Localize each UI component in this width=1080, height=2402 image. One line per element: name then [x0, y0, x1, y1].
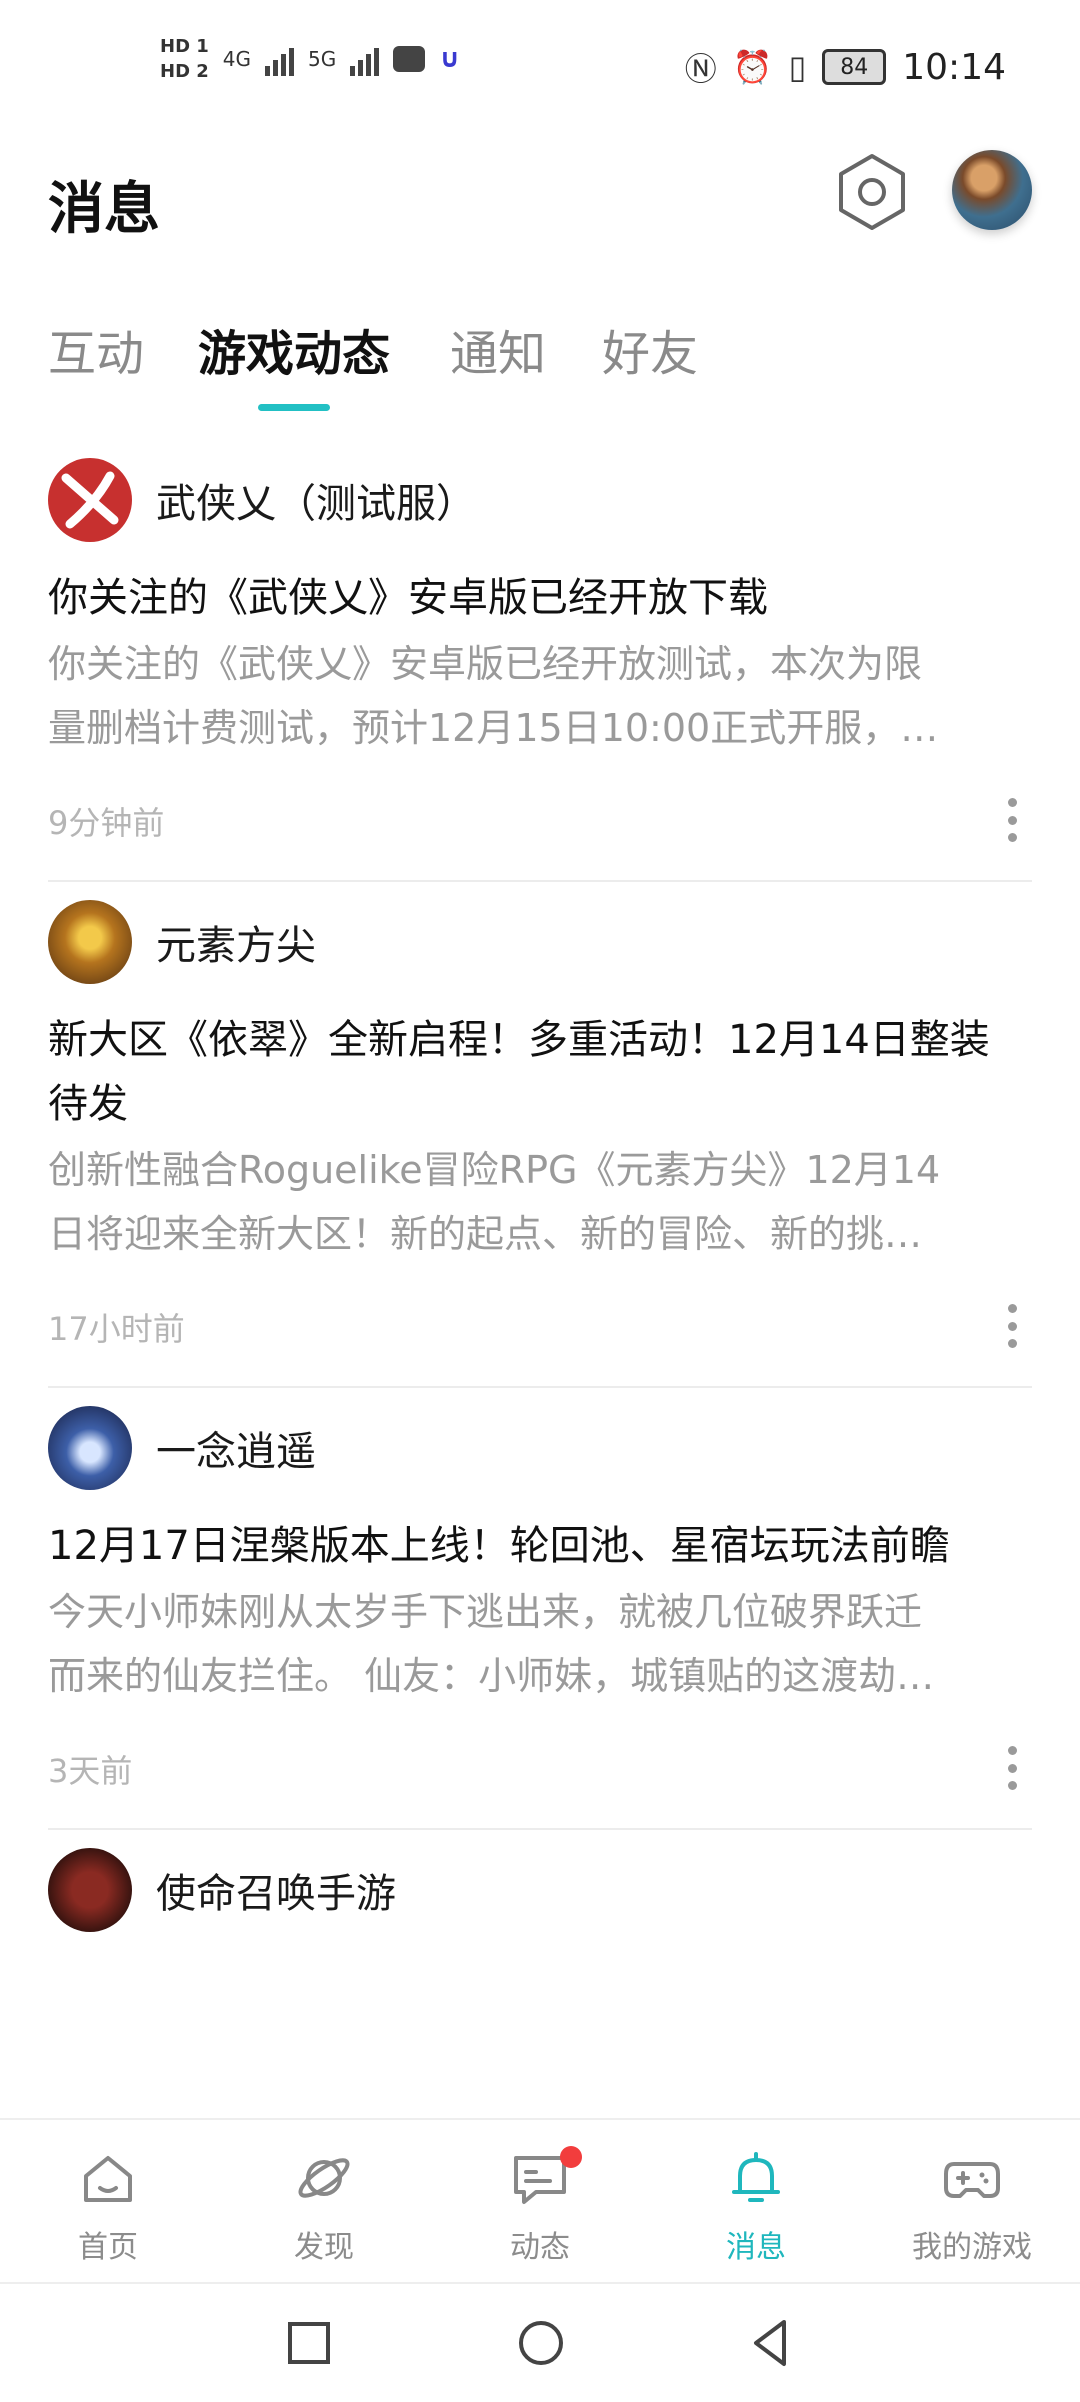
feed-item[interactable]: 一念逍遥 12月17日涅槃版本上线！轮回池、星宿坛玩法前瞻 今天小师妹刚从太岁手…: [48, 1388, 1032, 1830]
feed-item[interactable]: 元素方尖 新大区《依翠》全新启程！多重活动！12月14日整装 待发 创新性融合R…: [48, 882, 1032, 1388]
news-title-line: 待发: [48, 1081, 128, 1127]
tab-game-news[interactable]: 游戏动态: [198, 314, 390, 384]
feed-item-header: 元素方尖: [48, 882, 1032, 1002]
news-description: 今天小师妹刚从太岁手下逃出来，就被几位破界跃迁 而来的仙友拦住。 仙友：小师妹，…: [48, 1580, 1032, 1708]
vibrate-icon: ▯: [788, 48, 807, 86]
page-title: 消息: [48, 177, 160, 242]
news-description-line: 今天小师妹刚从太岁手下逃出来，就被几位破界跃迁: [48, 1590, 923, 1634]
feed-item-footer: 3天前: [48, 1708, 1032, 1828]
news-description-line: 日将迎来全新大区！新的起点、新的冒险、新的挑…: [48, 1212, 923, 1256]
nav-discover[interactable]: 发现: [216, 2120, 432, 2280]
battery-level: 84: [840, 54, 869, 80]
nav-label: 我的游戏: [912, 2230, 1032, 2265]
header: 消息: [0, 130, 1080, 260]
game-name: 武侠乂（测试服）: [156, 481, 476, 527]
nav-label: 动态: [510, 2230, 570, 2265]
tab-notifications[interactable]: 通知: [450, 314, 546, 384]
news-title: 12月17日涅槃版本上线！轮回池、星宿坛玩法前瞻: [48, 1523, 950, 1569]
signal-icon: [265, 42, 295, 76]
hd1-label: HD 1: [160, 36, 209, 57]
news-title: 新大区《依翠》全新启程！多重活动！12月14日整装 待发: [48, 1008, 1032, 1136]
app-notification-icon: [393, 46, 426, 72]
nav-my-games[interactable]: 我的游戏: [864, 2120, 1080, 2280]
game-avatar[interactable]: [48, 1848, 132, 1932]
tab-interaction[interactable]: 互动: [48, 314, 144, 384]
timestamp: 3天前: [48, 1752, 133, 1790]
feed-item-footer: 9分钟前: [48, 760, 1032, 880]
nfc-icon: Ⓝ: [684, 50, 717, 88]
news-description-line: 而来的仙友拦住。 仙友：小师妹，城镇贴的这渡劫…: [48, 1654, 935, 1698]
news-description: 创新性融合Roguelike冒险RPG《元素方尖》12月14 日将迎来全新大区！…: [48, 1138, 1032, 1266]
bottom-navigation: 首页 发现 动态 消息 我的游戏: [0, 2118, 1080, 2280]
u-notification-icon: ∪: [439, 44, 461, 74]
bell-icon: [732, 2152, 780, 2202]
system-navigation-bar: [0, 2282, 1080, 2402]
settings-icon[interactable]: [832, 152, 912, 232]
notification-badge: [560, 2146, 582, 2168]
home-icon: [84, 2156, 132, 2202]
planet-icon: [298, 2158, 350, 2198]
alarm-icon: ⏰: [732, 48, 773, 86]
more-options-icon[interactable]: [1000, 790, 1024, 850]
timestamp: 9分钟前: [48, 804, 165, 842]
nav-messages[interactable]: 消息: [648, 2120, 864, 2280]
feed-item-header: 使命召唤手游: [48, 1830, 1032, 1950]
nav-feed[interactable]: 动态: [432, 2120, 648, 2280]
tab-friends[interactable]: 好友: [602, 314, 698, 384]
game-name: 使命召唤手游: [156, 1871, 396, 1917]
game-avatar[interactable]: [48, 458, 132, 542]
gamepad-icon: [944, 2162, 1000, 2198]
news-description-line: 创新性融合Roguelike冒险RPG《元素方尖》12月14: [48, 1148, 941, 1192]
nav-label: 发现: [294, 2230, 354, 2265]
news-title: 你关注的《武侠乂》安卓版已经开放下载: [48, 575, 768, 621]
news-description-line: 量删档计费测试，预计12月15日10:00正式开服，…: [48, 706, 939, 750]
nav-label: 首页: [78, 2230, 138, 2265]
nav-home[interactable]: 首页: [0, 2120, 216, 2280]
hd-indicators: HD 1 HD 2: [160, 36, 209, 82]
recent-apps-icon[interactable]: [282, 2316, 336, 2370]
status-left: HD 1 HD 2 4G 5G ∪: [160, 36, 460, 82]
nav-label: 消息: [726, 2230, 786, 2265]
message-tabs: 互动 游戏动态 通知 好友: [0, 300, 1080, 420]
game-avatar[interactable]: [48, 1406, 132, 1490]
wuxia-logo-icon: [61, 471, 119, 529]
feed-item-footer: 17小时前: [48, 1266, 1032, 1386]
feed-item[interactable]: 使命召唤手游: [48, 1830, 1032, 1950]
more-options-icon[interactable]: [1000, 1738, 1024, 1798]
status-right: Ⓝ ⏰ ▯ 84 10:14: [685, 44, 1006, 90]
feed-item-header: 一念逍遥: [48, 1388, 1032, 1508]
clock: 10:14: [902, 46, 1006, 88]
game-name: 一念逍遥: [156, 1429, 316, 1475]
feed-item-header: 武侠乂（测试服）: [48, 440, 1032, 560]
news-title-line: 新大区《依翠》全新启程！多重活动！12月14日整装: [48, 1017, 990, 1063]
game-avatar[interactable]: [48, 900, 132, 984]
hd2-label: HD 2: [160, 61, 209, 82]
user-avatar[interactable]: [952, 150, 1032, 230]
battery-icon: 84: [822, 49, 887, 85]
timestamp: 17小时前: [48, 1310, 185, 1348]
game-news-feed: 武侠乂（测试服） 你关注的《武侠乂》安卓版已经开放下载 你关注的《武侠乂》安卓版…: [48, 440, 1032, 1950]
feed-item[interactable]: 武侠乂（测试服） 你关注的《武侠乂》安卓版已经开放下载 你关注的《武侠乂》安卓版…: [48, 440, 1032, 882]
status-bar: HD 1 HD 2 4G 5G ∪ Ⓝ ⏰ ▯ 84 10:14: [0, 0, 1080, 130]
back-icon[interactable]: [744, 2316, 798, 2370]
network-4g-label: 4G: [222, 47, 252, 71]
home-button-icon[interactable]: [514, 2316, 568, 2370]
news-description-line: 你关注的《武侠乂》安卓版已经开放测试，本次为限: [48, 642, 923, 686]
network-5g-label: 5G: [308, 47, 337, 71]
news-description: 你关注的《武侠乂》安卓版已经开放测试，本次为限 量删档计费测试，预计12月15日…: [48, 632, 1032, 760]
game-name: 元素方尖: [156, 923, 316, 969]
more-options-icon[interactable]: [1000, 1296, 1024, 1356]
active-tab-indicator: [258, 404, 330, 411]
signal-icon-2: [350, 42, 380, 76]
